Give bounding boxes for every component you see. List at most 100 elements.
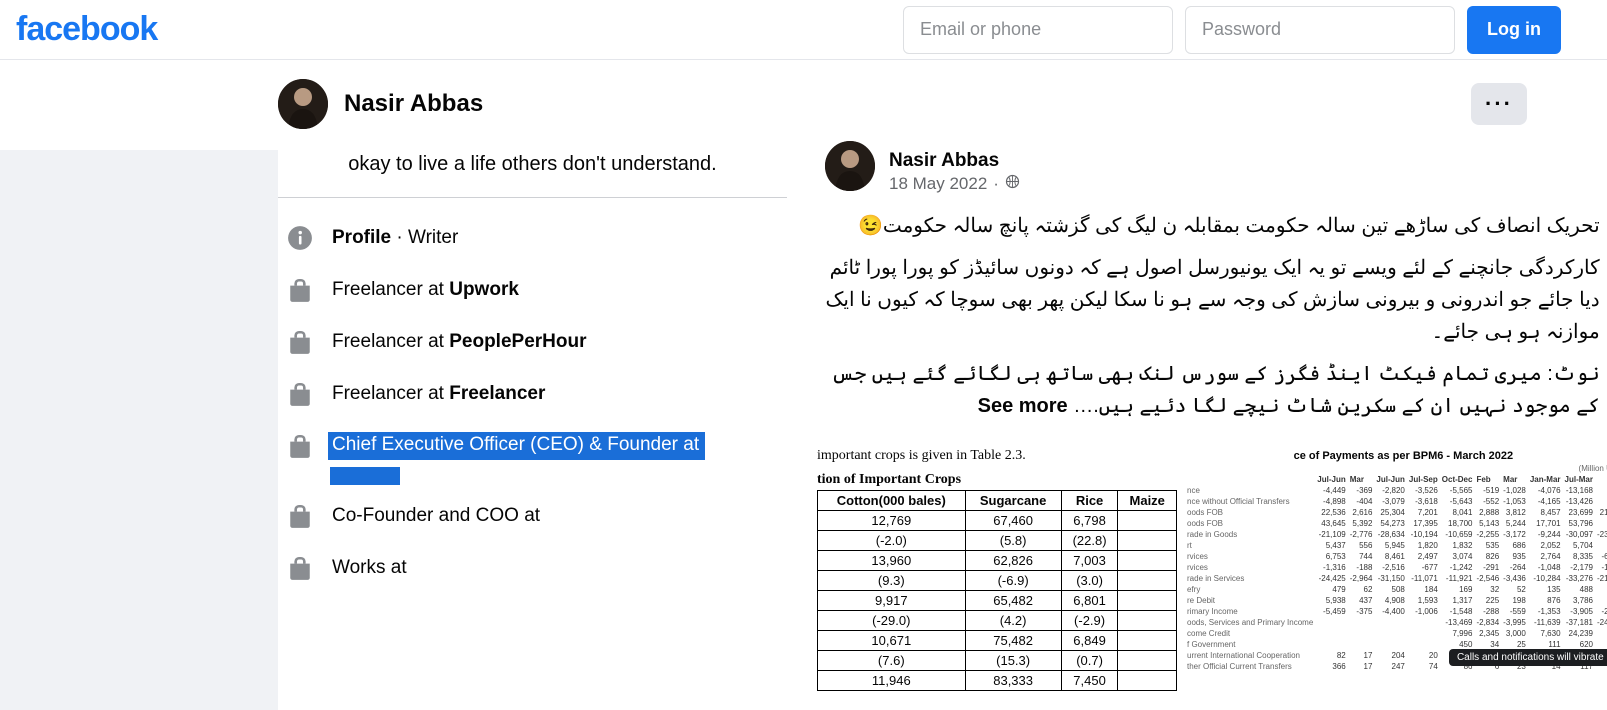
work-icon (286, 328, 314, 356)
post-date[interactable]: 18 May 2022 (889, 174, 987, 194)
table-row: efry47962508184169325213548825 (1185, 584, 1607, 595)
table-cell: -552 (1474, 496, 1501, 507)
table-row: 12,76967,4606,798 (818, 511, 1177, 531)
table-cell: -13,426 (1563, 496, 1595, 507)
table-row-label: oods FOB (1185, 507, 1315, 518)
post-paragraph: کارکردگی جانچنے کے لئے ویسے تو یہ ایک یو… (823, 252, 1600, 348)
table-caption: important crops is given in Table 2.3. (817, 448, 1177, 464)
table-cell: -3,618 (1407, 496, 1440, 507)
table-row: 13,96062,8267,003 (818, 551, 1177, 571)
table-row: rade in Services-24,425-2,964-31,150-11,… (1185, 573, 1607, 584)
about-item-text: Profile · Writer (332, 227, 458, 249)
post-author[interactable]: Nasir Abbas (889, 150, 1020, 172)
table-cell: 535 (1474, 540, 1501, 551)
table-row-label: oods FOB (1185, 518, 1315, 529)
table-cell: 135 (1528, 584, 1563, 595)
table-cell: -291 (1474, 562, 1501, 573)
about-item[interactable]: Works at (278, 542, 787, 594)
table-cell: -2,546 (1474, 573, 1501, 584)
table-cell: 8,461 (1374, 551, 1406, 562)
table-cell: (5.8) (965, 531, 1061, 551)
facebook-logo[interactable]: facebook (16, 10, 157, 49)
table-cell: 17,395 (1407, 518, 1440, 529)
table-row: 10,67175,4826,849 (818, 631, 1177, 651)
table-cell: -2,179 (1563, 562, 1595, 573)
about-item[interactable]: Chief Executive Officer (CEO) & Founder … (278, 420, 787, 472)
table-cell: -13,469 (1440, 617, 1475, 628)
avatar[interactable] (278, 79, 328, 129)
post-meta: Nasir Abbas 18 May 2022 · (889, 150, 1020, 194)
profile-name[interactable]: Nasir Abbas (344, 90, 483, 118)
profile-identity[interactable]: Nasir Abbas (278, 79, 483, 129)
table-cell: -1,053 (1501, 496, 1528, 507)
table-row: rade in Goods-21,109-2,776-28,634-10,194… (1185, 529, 1607, 540)
table-cell: 75,482 (965, 631, 1061, 651)
about-item[interactable]: Freelancer at Upwork (278, 264, 787, 316)
table-cell: -2,255 (1474, 529, 1501, 540)
table-cell: 556 (1348, 540, 1375, 551)
table-cell: 479 (1315, 584, 1347, 595)
table-row-label: efry (1185, 584, 1315, 595)
table-cell: -4,165 (1528, 496, 1563, 507)
about-item[interactable]: Freelancer at PeoplePerHour (278, 316, 787, 368)
table-cell: (9.3) (818, 571, 966, 591)
table-cell: 204 (1374, 650, 1406, 661)
table-cell (1315, 628, 1347, 639)
table-cell: 65,482 (965, 591, 1061, 611)
table-row-label: re Debit (1185, 595, 1315, 606)
see-more-link[interactable]: See more (978, 395, 1068, 417)
table-cell: -30,097 (1563, 529, 1595, 540)
table-cell: -5,643 (1440, 496, 1475, 507)
login-button[interactable]: Log in (1467, 6, 1561, 54)
table-cell: 52 (1501, 584, 1528, 595)
table-cell: -5,565 (1440, 485, 1475, 496)
crops-table: Cotton(000 bales)SugarcaneRiceMaize 12,7… (817, 490, 1177, 691)
table-cell: 23,699 (1563, 507, 1595, 518)
email-field[interactable] (903, 6, 1173, 54)
table-header-cell: Oct-Dec (1440, 474, 1475, 485)
table-cell (1118, 651, 1177, 671)
about-list: Profile · WriterFreelancer at UpworkFree… (278, 212, 787, 594)
table-cell: (7.6) (818, 651, 966, 671)
post-attachment[interactable]: important crops is given in Table 2.3. t… (813, 444, 1607, 691)
table-cell: -3,172 (1501, 529, 1528, 540)
table-cell: 13,960 (818, 551, 966, 571)
table-cell: -1,242 (1440, 562, 1475, 573)
more-button[interactable]: ··· (1471, 83, 1527, 125)
table-cell (1118, 571, 1177, 591)
attachment-left-table: important crops is given in Table 2.3. t… (817, 444, 1177, 691)
table-cell: 366 (1315, 661, 1347, 672)
table-cell: -2,516 (1374, 562, 1406, 573)
table-cell: -3,995 (1501, 617, 1528, 628)
table-cell: -31,150 (1374, 573, 1406, 584)
table-cell: -4,449 (1315, 485, 1347, 496)
about-item[interactable]: Co-Founder and COO at (278, 490, 787, 542)
post-body: تحریک انصاف کی ساڑھے تین سالہ حکومت بمقا… (813, 204, 1607, 438)
table-header-cell: Mar (1348, 474, 1375, 485)
divider (278, 197, 787, 198)
table-cell: 7,630 (1528, 628, 1563, 639)
table-cell: 83,333 (965, 671, 1061, 691)
table-cell: -404 (1348, 496, 1375, 507)
password-field[interactable] (1185, 6, 1455, 54)
table-cell: 826 (1474, 551, 1501, 562)
table-row-label: rade in Goods (1185, 529, 1315, 540)
table-cell: 5,938 (1315, 595, 1347, 606)
bop-table: Jul-JunMarJul-JunJul-SepOct-DecFebMarJan… (1185, 474, 1607, 672)
table-row: nce without Official Transfers-4,898-404… (1185, 496, 1607, 507)
table-cell: 17,701 (1528, 518, 1563, 529)
about-item[interactable]: Freelancer at Freelancer (278, 368, 787, 420)
table-cell: 24,239 (1563, 628, 1595, 639)
avatar[interactable] (825, 141, 875, 191)
about-item-text-continued (330, 467, 400, 485)
table-cell (1315, 639, 1347, 650)
table-cell: 6, (1595, 540, 1607, 551)
table-cell: -1,006 (1407, 606, 1440, 617)
about-item[interactable]: Profile · Writer (278, 212, 787, 264)
table-cell: 5,945 (1374, 540, 1406, 551)
table-cell: 6,849 (1061, 631, 1118, 651)
table-row: oods FOB43,6455,39254,27317,39518,7005,1… (1185, 518, 1607, 529)
globe-icon[interactable] (1005, 174, 1020, 194)
table-cell: 2,052 (1528, 540, 1563, 551)
table-cell: -13,168 (1563, 485, 1595, 496)
